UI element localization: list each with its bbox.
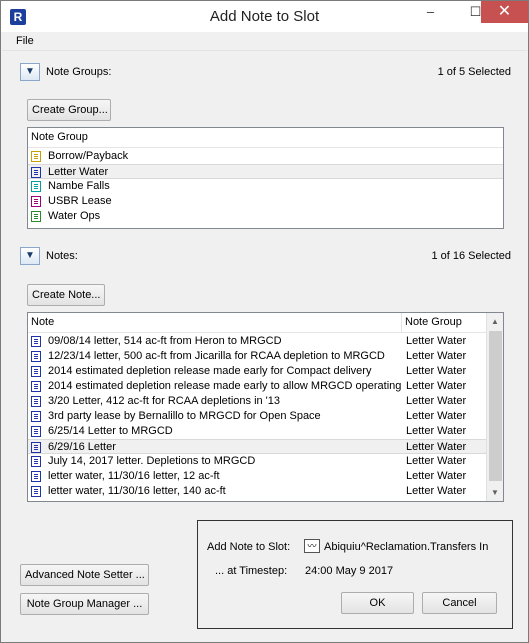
note-icon [31, 366, 41, 377]
note-icon [31, 486, 41, 497]
note-group-icon [31, 196, 41, 207]
sort-ascending-icon: ˆ [212, 312, 215, 320]
note-group-name: Water Ops [48, 210, 101, 222]
note-row[interactable]: letter water, 11/30/16 letter, 140 ac-ft… [28, 484, 486, 499]
add-note-dialog: R Add Note to Slot – ☐ ✕ File ▼ Note Gro… [0, 0, 529, 643]
note-icon [31, 426, 41, 437]
note-icon [31, 336, 41, 347]
title-bar: R Add Note to Slot – ☐ ✕ [1, 1, 528, 32]
note-row[interactable]: 12/23/14 letter, 500 ac-ft from Jicarill… [28, 349, 486, 364]
note-text: 6/25/14 Letter to MRGCD [48, 425, 173, 437]
note-group-manager-button[interactable]: Note Group Manager ... [20, 593, 149, 615]
note-row[interactable]: 6/25/14 Letter to MRGCD Letter Water [28, 424, 486, 439]
note-group-cell: Letter Water [406, 365, 467, 377]
note-text: July 14, 2017 letter. Depletions to MRGC… [48, 455, 256, 467]
menu-bar: File [2, 32, 527, 51]
minimize-button[interactable]: – [408, 1, 453, 23]
timestep-value: 24:00 May 9 2017 [305, 565, 394, 577]
notes-header: Note ˆ Note Group [28, 313, 486, 333]
notes-scrollbar[interactable]: ▲ ▼ [486, 313, 503, 501]
note-group-icon [31, 211, 41, 222]
note-group-cell: Letter Water [406, 335, 467, 347]
notes-selection-status: 1 of 16 Selected [431, 250, 511, 262]
note-group-icon [31, 167, 41, 178]
slot-icon: 〰 [304, 539, 320, 553]
note-groups-header: Note Group ˆ [28, 128, 503, 148]
close-button[interactable]: ✕ [481, 1, 528, 23]
note-group-cell: Letter Water [406, 485, 467, 497]
note-text: letter water, 11/30/16 letter, 140 ac-ft [48, 485, 226, 497]
scroll-up-icon[interactable]: ▲ [487, 313, 503, 330]
note-group-cell: Letter Water [406, 470, 467, 482]
note-group-row[interactable]: Letter Water [28, 164, 503, 179]
notes-label: Notes: [46, 250, 78, 262]
note-text: 09/08/14 letter, 514 ac-ft from Heron to… [48, 335, 282, 347]
advanced-note-setter-button[interactable]: Advanced Note Setter ... [20, 564, 149, 586]
column-divider[interactable] [401, 313, 402, 333]
note-icon [31, 351, 41, 362]
note-row[interactable]: 3/20 Letter, 412 ac-ft for RCAA depletio… [28, 394, 486, 409]
note-group-icon [31, 181, 41, 192]
note-row[interactable]: July 14, 2017 letter. Depletions to MRGC… [28, 454, 486, 469]
column-header-note-group[interactable]: Note Group [405, 316, 462, 328]
note-groups-table: Note Group ˆ Borrow/Payback Letter Water N… [27, 127, 504, 229]
notes-expander[interactable]: ▼ [20, 247, 40, 265]
menu-file[interactable]: File [16, 35, 34, 47]
note-text: 3rd party lease by Bernalillo to MRGCD f… [48, 410, 321, 422]
create-note-button[interactable]: Create Note... [27, 284, 105, 306]
note-group-cell: Letter Water [406, 410, 467, 422]
note-group-cell: Letter Water [406, 350, 467, 362]
slot-label: Add Note to Slot: [207, 541, 291, 553]
note-row[interactable]: 2014 estimated depletion release made ea… [28, 364, 486, 379]
note-group-name: Letter Water [48, 166, 109, 178]
note-group-name: Nambe Falls [48, 180, 110, 192]
note-icon [31, 442, 41, 453]
scrollbar-thumb[interactable] [489, 331, 502, 481]
note-group-row[interactable]: Water Ops [28, 209, 503, 224]
note-icon [31, 381, 41, 392]
note-row[interactable]: letter water, 11/30/16 letter, 12 ac-ft L… [28, 469, 486, 484]
note-group-cell: Letter Water [406, 441, 467, 453]
note-group-name: Borrow/Payback [48, 150, 129, 162]
note-icon [31, 471, 41, 482]
create-group-button[interactable]: Create Group... [27, 99, 111, 121]
add-note-panel: Add Note to Slot: 〰 Abiquiu^Reclamation.… [197, 520, 513, 629]
scroll-down-icon[interactable]: ▼ [487, 484, 503, 501]
cancel-button[interactable]: Cancel [422, 592, 497, 614]
note-text: letter water, 11/30/16 letter, 12 ac-ft [48, 470, 220, 482]
column-header-note-group[interactable]: Note Group [31, 131, 88, 143]
note-text: 6/29/16 Letter [48, 441, 116, 453]
note-group-cell: Letter Water [406, 380, 467, 392]
note-groups-label: Note Groups: [46, 66, 112, 78]
note-icon [31, 456, 41, 467]
note-groups-expander[interactable]: ▼ [20, 63, 40, 81]
notes-table: Note ˆ Note Group 09/08/14 letter, 514 a… [27, 312, 504, 502]
note-row[interactable]: 2014 estimated depletion release made ea… [28, 379, 486, 394]
timestep-label: ... at Timestep: [215, 565, 288, 577]
note-text: 12/23/14 letter, 500 ac-ft from Jicarill… [48, 350, 385, 362]
note-group-name: USBR Lease [48, 195, 112, 207]
note-icon [31, 396, 41, 407]
note-group-row[interactable]: USBR Lease [28, 194, 503, 209]
note-group-icon [31, 151, 41, 162]
note-text: 2014 estimated depletion release made ea… [48, 380, 402, 392]
note-row[interactable]: 09/08/14 letter, 514 ac-ft from Heron to… [28, 334, 486, 349]
note-groups-selection-status: 1 of 5 Selected [437, 66, 511, 78]
note-icon [31, 411, 41, 422]
note-group-row[interactable]: Borrow/Payback [28, 149, 503, 164]
note-row[interactable]: 6/29/16 Letter Letter Water [28, 439, 486, 454]
note-group-cell: Letter Water [406, 425, 467, 437]
note-row[interactable]: 3rd party lease by Bernalillo to MRGCD f… [28, 409, 486, 424]
note-group-row[interactable]: Nambe Falls [28, 179, 503, 194]
note-text: 3/20 Letter, 412 ac-ft for RCAA depletio… [48, 395, 281, 407]
sort-ascending-icon: ˆ [261, 127, 264, 135]
note-group-cell: Letter Water [406, 395, 467, 407]
note-group-cell: Letter Water [406, 455, 467, 467]
ok-button[interactable]: OK [341, 592, 414, 614]
slot-name: Abiquiu^Reclamation.Transfers In [324, 541, 489, 553]
column-header-note[interactable]: Note [31, 316, 54, 328]
note-text: 2014 estimated depletion release made ea… [48, 365, 372, 377]
